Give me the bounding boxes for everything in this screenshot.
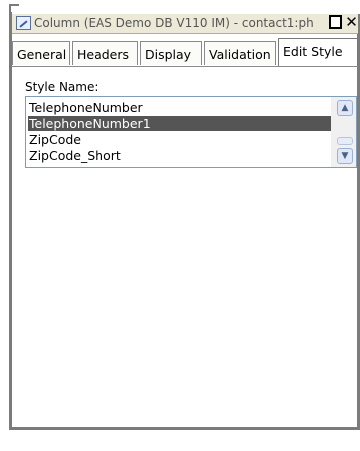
tab-headers[interactable]: Headers	[72, 41, 138, 65]
tab-validation[interactable]: Validation	[204, 41, 276, 65]
restore-icon[interactable]	[329, 15, 342, 29]
tab-strip: General Headers Display Validation Edit …	[12, 38, 358, 66]
list-item-selected[interactable]: TelephoneNumber1	[28, 116, 331, 131]
tab-edit-style[interactable]: Edit Style	[278, 38, 358, 66]
scroll-up-icon[interactable]: ▲	[337, 100, 353, 116]
style-name-label: Style Name:	[25, 80, 99, 94]
frame-left-border	[9, 12, 12, 428]
column-icon	[16, 16, 31, 30]
scroll-thumb[interactable]	[337, 137, 353, 145]
tab-general[interactable]: General	[12, 41, 70, 65]
list-item[interactable]: TelephoneNumber	[28, 100, 143, 115]
title-bar[interactable]: Column (EAS Demo DB V110 IM) - contact1:…	[12, 14, 358, 34]
list-item[interactable]: ZipCode_Short	[28, 148, 121, 163]
frame-bottom-border	[9, 427, 360, 430]
list-scrollbar[interactable]: ▲ ▼	[331, 97, 356, 167]
scroll-down-icon[interactable]: ▼	[337, 148, 353, 164]
tab-divider	[12, 66, 358, 67]
window-title: Column (EAS Demo DB V110 IM) - contact1:…	[34, 16, 314, 30]
close-icon[interactable]: ✕	[345, 15, 358, 30]
column-dialog	[9, 0, 360, 451]
tab-display[interactable]: Display	[140, 41, 202, 65]
style-name-list[interactable]: TelephoneNumber TelephoneNumber1 ZipCode…	[25, 96, 357, 168]
list-item[interactable]: ZipCode	[28, 132, 81, 147]
